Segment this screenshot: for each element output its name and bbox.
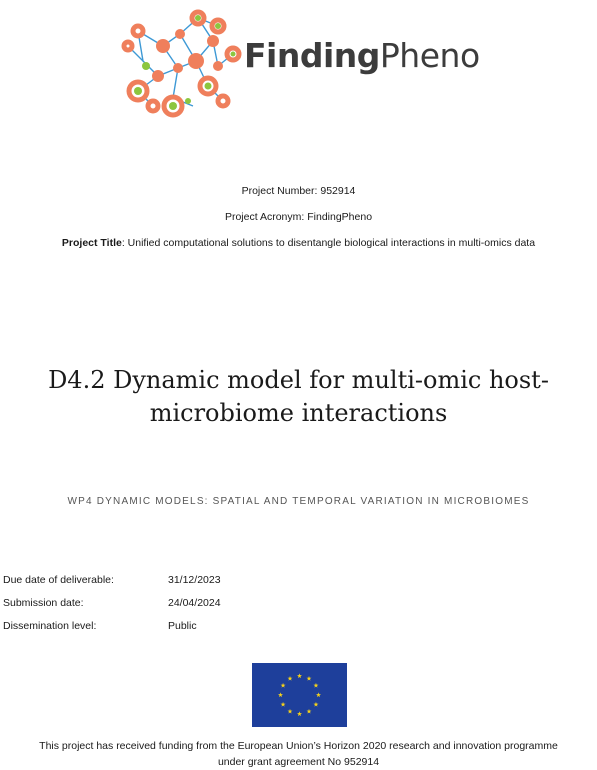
project-title-value: : Unified computational solutions to dis… <box>121 237 536 249</box>
eu-flag-icon <box>252 663 347 727</box>
funding-line2: under grant agreement No 952914 <box>217 756 380 768</box>
network-blobs <box>152 29 223 82</box>
project-acronym-label: Project Acronym: <box>224 211 305 223</box>
project-acronym: Project Acronym: FindingPheno <box>0 211 597 223</box>
meta-value: 24/04/2024 <box>168 597 221 609</box>
project-number-value: 952914 <box>320 185 356 197</box>
project-title: Project Title: Unified computational sol… <box>0 237 597 249</box>
meta-value: 31/12/2023 <box>168 574 221 586</box>
project-number: Project Number: 952914 <box>0 185 597 197</box>
deliverable-title: D4.2 Dynamic model for multi-omic host- … <box>0 364 597 430</box>
meta-value: Public <box>168 620 197 632</box>
project-number-label: Project Number: <box>241 185 318 197</box>
meta-label: Dissemination level: <box>3 620 97 632</box>
work-package-subtitle: WP4 DYNAMIC MODELS: SPATIAL AND TEMPORAL… <box>67 496 530 507</box>
funding-line1: This project has received funding from t… <box>39 740 558 752</box>
deliverable-title-line2: microbiome interactions <box>149 399 448 427</box>
deliverable-title-line1: D4.2 Dynamic model for multi-omic host- <box>48 366 549 394</box>
project-acronym-value: FindingPheno <box>307 211 373 223</box>
meta-label: Due date of deliverable: <box>3 574 114 586</box>
logo-word-light: Pheno <box>379 36 480 75</box>
logo-wordmark: FindingPheno <box>244 36 480 75</box>
eu-flag-field <box>252 663 347 727</box>
funding-statement: This project has received funding from t… <box>0 738 597 770</box>
meta-label: Submission date: <box>3 597 84 609</box>
project-title-label: Project Title <box>61 237 122 249</box>
logo-word-bold: Finding <box>244 36 380 75</box>
